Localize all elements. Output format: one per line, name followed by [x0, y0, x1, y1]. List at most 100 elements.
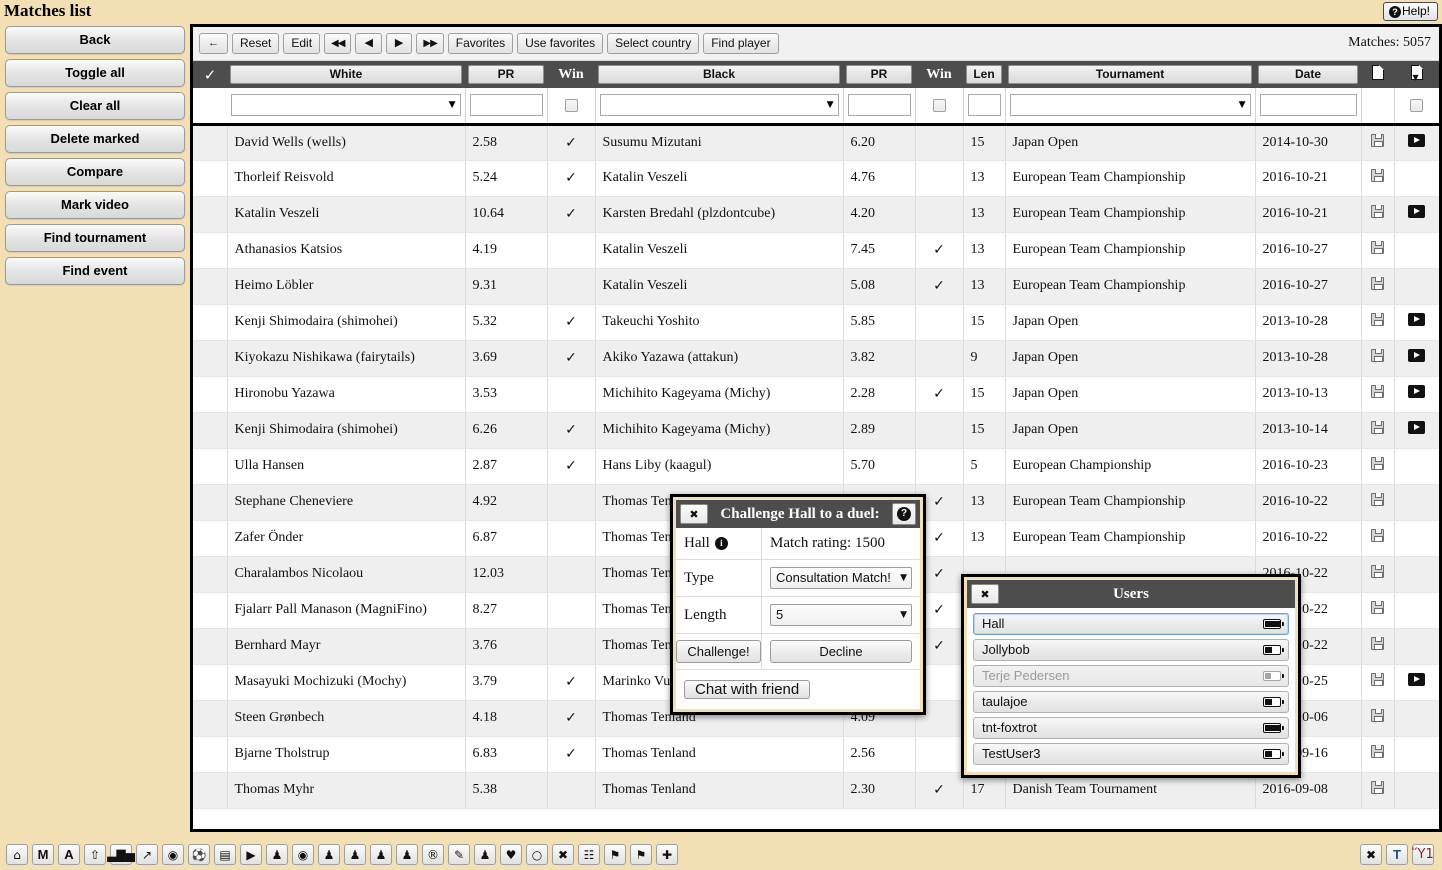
save-icon[interactable]: [1371, 169, 1384, 182]
table-row[interactable]: Ulla Hansen 2.87 ✓ Hans Liby (kaagul) 5.70 5 E…: [193, 448, 1439, 485]
column-sort-black[interactable]: Black: [598, 65, 840, 84]
back-arrow-button[interactable]: ←: [199, 33, 228, 54]
bar-chart-icon[interactable]: ▃▇▅: [107, 844, 135, 865]
save-icon[interactable]: [1371, 241, 1384, 254]
sidebar-button-find-event[interactable]: Find event: [5, 257, 185, 285]
row-checkbox-cell[interactable]: [193, 376, 228, 413]
trophy-icon[interactable]: ♟: [266, 844, 288, 865]
matches-letter-m-icon[interactable]: M: [32, 844, 54, 865]
cell-save[interactable]: [1361, 592, 1395, 629]
row-checkbox-cell[interactable]: [193, 268, 228, 305]
analysis-letter-a-icon[interactable]: A: [58, 844, 80, 865]
cell-save[interactable]: [1361, 448, 1395, 485]
trophy-3-icon[interactable]: ♟: [344, 844, 366, 865]
filter-date-input[interactable]: [1259, 94, 1357, 117]
registered-icon[interactable]: ®: [422, 844, 444, 865]
user-list-item[interactable]: tnt-foxtrot: [973, 717, 1289, 739]
save-icon[interactable]: [1371, 637, 1384, 650]
chat-bubble-icon[interactable]: ○: [526, 844, 548, 865]
header-select-all-check[interactable]: ✓: [193, 61, 227, 88]
cell-video[interactable]: [1394, 664, 1439, 701]
filter-export-checkbox[interactable]: [1410, 98, 1424, 112]
video-play-icon[interactable]: [1408, 385, 1426, 398]
cell-save[interactable]: [1361, 376, 1395, 413]
filter-black-win-checkbox[interactable]: [932, 98, 946, 112]
sidebar-button-toggle-all[interactable]: Toggle all: [5, 59, 185, 87]
trophy-5-icon[interactable]: ♟: [396, 844, 418, 865]
cell-video[interactable]: [1394, 160, 1439, 197]
table-row[interactable]: Hironobu Yazawa 3.53 Michihito Kageyama (M…: [193, 376, 1439, 413]
find-player-button[interactable]: Find player: [703, 33, 779, 54]
save-icon[interactable]: [1371, 745, 1384, 758]
row-checkbox-cell[interactable]: [193, 124, 228, 161]
cell-save[interactable]: [1361, 412, 1395, 449]
challenge-type-select[interactable]: Consultation Match! ▼: [770, 567, 912, 589]
table-row[interactable]: Kenji Shimodaira (shimohei) 5.32 ✓ Takeuchi…: [193, 304, 1439, 341]
upload-icon[interactable]: ⇧: [84, 844, 106, 865]
plus-icon[interactable]: ✚: [656, 844, 678, 865]
cell-video[interactable]: [1394, 340, 1439, 377]
row-checkbox-cell[interactable]: [193, 664, 228, 701]
filter-tournament-select[interactable]: ▼: [1009, 94, 1251, 117]
cell-video[interactable]: [1394, 304, 1439, 341]
play-icon[interactable]: ▶: [240, 844, 262, 865]
cell-save[interactable]: [1361, 124, 1395, 161]
sidebar-button-clear-all[interactable]: Clear all: [5, 92, 185, 120]
close-icon[interactable]: ✖: [680, 504, 708, 524]
user-list-item[interactable]: Terje Pedersen: [973, 665, 1289, 687]
save-icon[interactable]: [1371, 601, 1384, 614]
video-play-icon[interactable]: [1408, 349, 1426, 362]
cell-video[interactable]: [1394, 556, 1439, 593]
sidebar-button-find-tournament[interactable]: Find tournament: [5, 224, 185, 252]
save-icon[interactable]: [1371, 781, 1384, 794]
cell-video[interactable]: [1394, 232, 1439, 269]
cell-save[interactable]: [1361, 340, 1395, 377]
video-play-icon[interactable]: [1408, 673, 1426, 686]
line-chart-icon[interactable]: ↗: [136, 844, 158, 865]
video-play-icon[interactable]: [1408, 205, 1426, 218]
heart-icon[interactable]: ♥: [500, 844, 522, 865]
sidebar-button-compare[interactable]: Compare: [5, 158, 185, 186]
row-checkbox-cell[interactable]: [193, 736, 228, 773]
cell-video[interactable]: [1394, 124, 1439, 161]
cell-video[interactable]: [1394, 484, 1439, 521]
cell-save[interactable]: [1361, 700, 1395, 737]
row-checkbox-cell[interactable]: [193, 484, 228, 521]
cell-video[interactable]: [1394, 628, 1439, 665]
select-country-button[interactable]: Select country: [607, 33, 700, 54]
row-checkbox-cell[interactable]: [193, 700, 228, 737]
challenge-length-select[interactable]: 5 ▼: [770, 604, 912, 626]
save-icon[interactable]: [1371, 385, 1384, 398]
cell-video[interactable]: [1394, 412, 1439, 449]
cell-video[interactable]: [1394, 700, 1439, 737]
table-row[interactable]: David Wells (wells) 2.58 ✓ Susumu Mizutani 6…: [193, 124, 1439, 161]
user-list-item[interactable]: Hall: [973, 613, 1289, 635]
user-list-item[interactable]: TestUser3: [973, 743, 1289, 765]
favorites-button[interactable]: Favorites: [447, 33, 514, 54]
archive-box-icon[interactable]: ▤: [214, 844, 236, 865]
edit-pencil-icon[interactable]: ✎: [448, 844, 470, 865]
row-checkbox-cell[interactable]: [193, 340, 228, 377]
soccer-ball-icon[interactable]: ⚽: [188, 844, 210, 865]
cell-save[interactable]: [1361, 736, 1395, 773]
cell-save[interactable]: [1361, 304, 1395, 341]
save-icon[interactable]: [1371, 493, 1384, 506]
cell-save[interactable]: [1361, 628, 1395, 665]
save-icon[interactable]: [1371, 421, 1384, 434]
sidebar-button-delete-marked[interactable]: Delete marked: [5, 125, 185, 153]
trophy-4-icon[interactable]: ♟: [370, 844, 392, 865]
video-play-icon[interactable]: [1408, 313, 1426, 326]
save-icon[interactable]: [1371, 673, 1384, 686]
row-checkbox-cell[interactable]: [193, 304, 228, 341]
column-sort-white[interactable]: White: [230, 65, 462, 84]
video-play-icon[interactable]: [1408, 133, 1426, 147]
cell-video[interactable]: [1394, 736, 1439, 773]
column-sort-date[interactable]: Date: [1258, 65, 1358, 84]
cell-video[interactable]: [1394, 520, 1439, 557]
save-icon[interactable]: [1371, 133, 1384, 147]
column-sort-len[interactable]: Len: [966, 65, 1002, 84]
filter-white-select[interactable]: ▼: [231, 94, 461, 117]
table-row[interactable]: Kenji Shimodaira (shimohei) 6.26 ✓ Michihit…: [193, 412, 1439, 449]
info-icon[interactable]: i: [714, 537, 728, 550]
cell-save[interactable]: [1361, 268, 1395, 305]
